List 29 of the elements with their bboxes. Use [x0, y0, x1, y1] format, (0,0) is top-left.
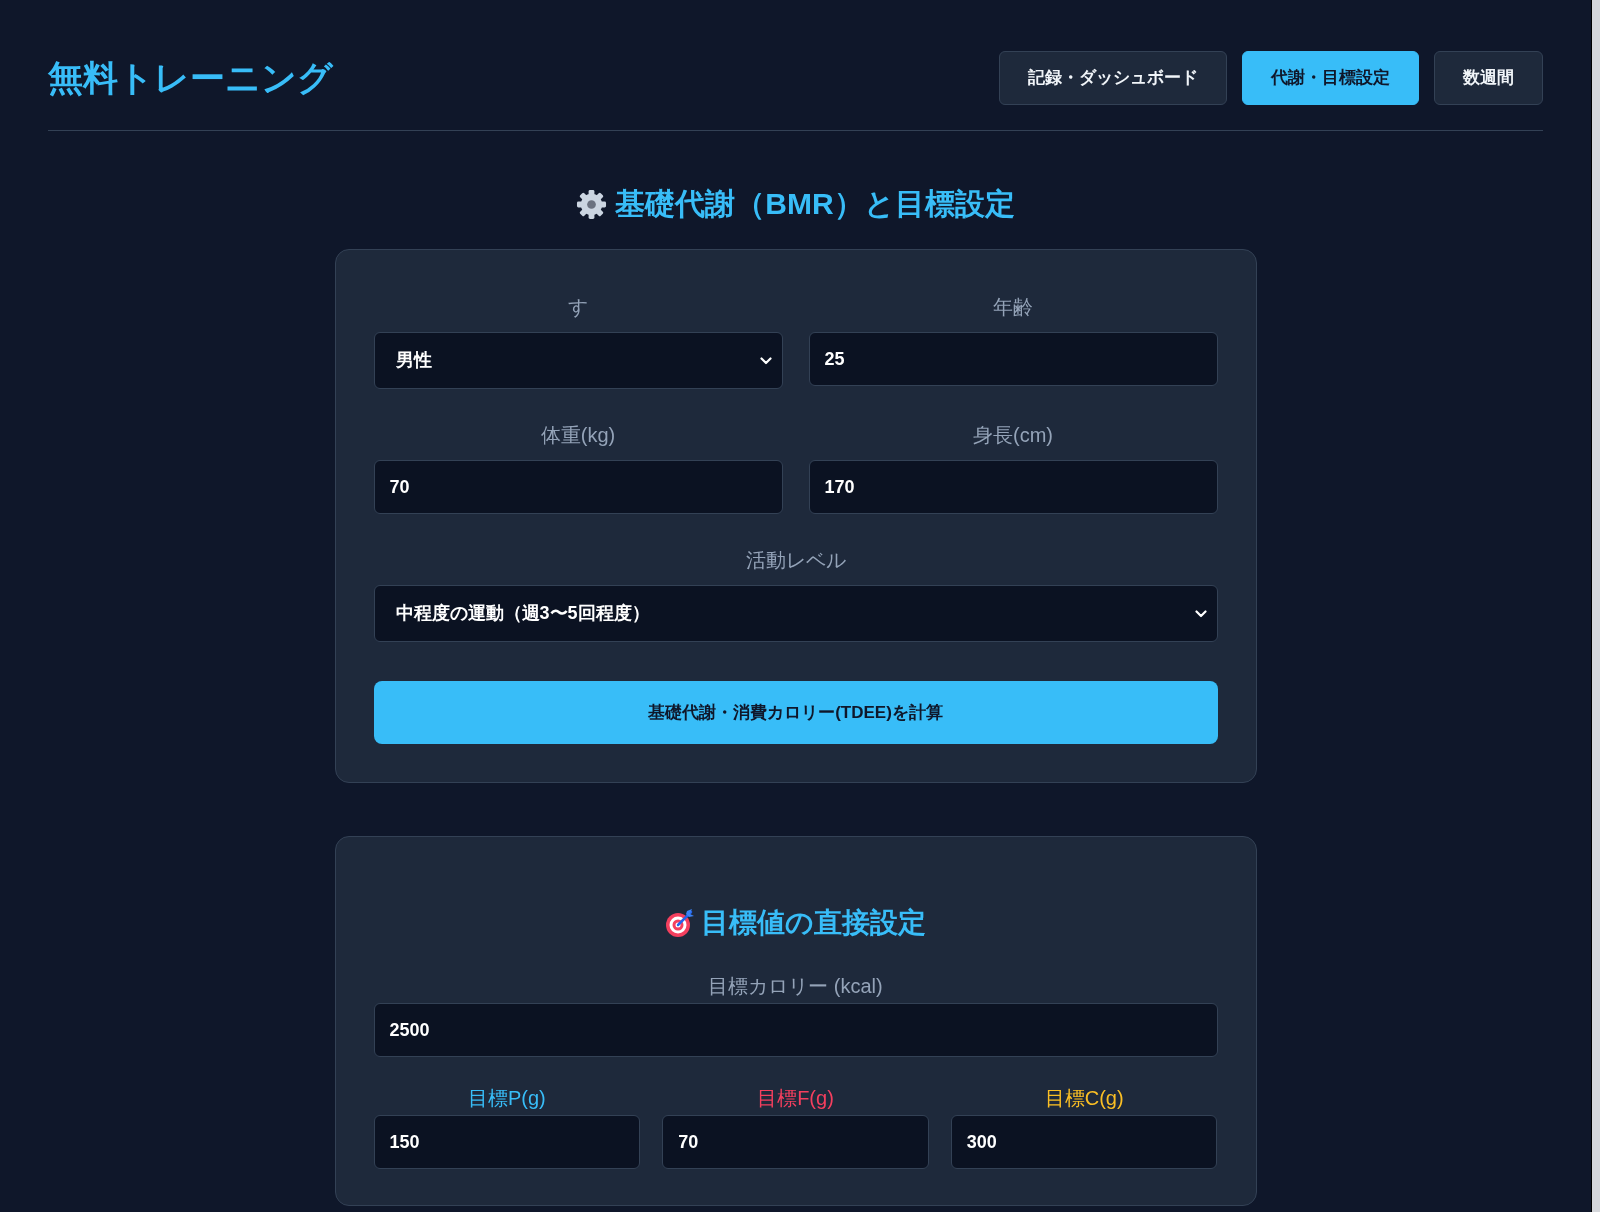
- field-label: 身長(cm): [972, 423, 1054, 448]
- nav-tab[interactable]: 代謝・目標設定: [1242, 51, 1419, 105]
- field-label: 目標F(g): [756, 1086, 835, 1111]
- field-label: す: [567, 295, 589, 320]
- target-icon: [665, 908, 695, 938]
- section-heading: 基礎代謝（BMR）と目標設定: [615, 186, 1015, 222]
- gear-icon: [576, 188, 608, 220]
- field-label: 目標カロリー (kcal): [707, 974, 884, 999]
- input-field[interactable]: 70: [373, 460, 783, 514]
- input-field[interactable]: 25: [808, 332, 1218, 386]
- field-label: 体重(kg): [539, 423, 617, 448]
- calculate-button[interactable]: 基礎代謝・消費カロリー(TDEE)を計算: [373, 681, 1218, 744]
- input-field[interactable]: 70: [662, 1115, 929, 1169]
- dropdown[interactable]: 中程度の運動（週3〜5回程度）: [373, 585, 1218, 642]
- section-heading: 目標値の直接設定: [701, 906, 926, 940]
- nav-tab[interactable]: 記録・ダッシュボード: [999, 51, 1227, 105]
- dropdown[interactable]: 男性: [373, 332, 783, 389]
- input-field[interactable]: 170: [808, 460, 1218, 514]
- field-label: 活動レベル: [744, 548, 847, 573]
- field-label: 目標P(g): [466, 1086, 547, 1111]
- input-field[interactable]: 2500: [373, 1003, 1218, 1057]
- field-label: 年齢: [992, 295, 1034, 320]
- chevron-down-icon: [1194, 610, 1207, 618]
- field-label: 目標C(g): [1043, 1086, 1125, 1111]
- app-title: 無料トレーニング: [48, 57, 333, 99]
- input-field[interactable]: 150: [373, 1115, 641, 1169]
- input-field[interactable]: 300: [950, 1115, 1218, 1169]
- chevron-down-icon: [759, 357, 772, 365]
- nav-tab[interactable]: 数週間: [1434, 51, 1543, 105]
